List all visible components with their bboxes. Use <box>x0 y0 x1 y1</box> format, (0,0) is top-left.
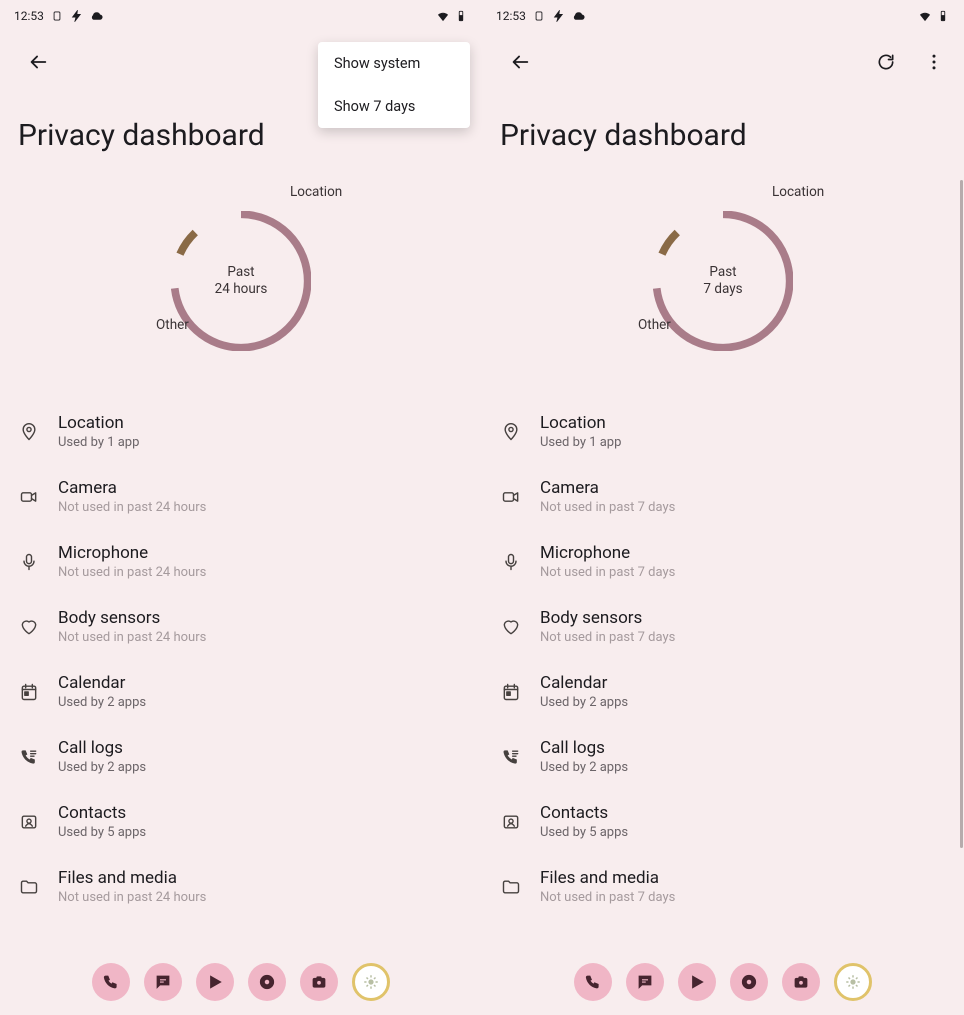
overflow-button[interactable] <box>914 42 954 82</box>
calendar-icon <box>18 681 40 703</box>
dock-phone[interactable] <box>574 963 612 1001</box>
page-title: Privacy dashboard <box>482 90 964 161</box>
call-log-icon <box>18 746 40 768</box>
cloud-icon <box>572 9 586 23</box>
refresh-button[interactable] <box>866 42 906 82</box>
overflow-menu: Show system Show 7 days <box>318 42 470 128</box>
camera-icon <box>18 486 40 508</box>
camera-icon <box>500 486 522 508</box>
donut-center-l2: 7 days <box>703 281 742 298</box>
donut-center-l2: 24 hours <box>215 281 268 298</box>
battery-icon <box>454 9 468 23</box>
perm-location[interactable]: LocationUsed by 1 app <box>500 399 946 464</box>
wifi-icon <box>918 9 932 23</box>
location-pin-icon <box>18 421 40 443</box>
microphone-icon <box>500 551 522 573</box>
calendar-icon <box>500 681 522 703</box>
dock-messages[interactable] <box>626 963 664 1001</box>
dock-phone[interactable] <box>92 963 130 1001</box>
back-button[interactable] <box>18 42 58 82</box>
heart-icon <box>18 616 40 638</box>
dock-play-store[interactable] <box>196 963 234 1001</box>
dock-settings[interactable] <box>834 963 872 1001</box>
perm-contacts[interactable]: ContactsUsed by 5 apps <box>500 789 946 854</box>
perm-calendar[interactable]: CalendarUsed by 2 apps <box>18 659 464 724</box>
perm-body-sensors[interactable]: Body sensorsNot used in past 24 hours <box>18 594 464 659</box>
perm-files[interactable]: Files and mediaNot used in past 24 hours <box>18 854 464 919</box>
folder-icon <box>500 876 522 898</box>
usage-donut-chart: Past 7 days Location Other <box>482 181 964 381</box>
donut-label-location: Location <box>290 184 342 200</box>
dock-chrome[interactable] <box>248 963 286 1001</box>
perm-contacts[interactable]: ContactsUsed by 5 apps <box>18 789 464 854</box>
wifi-icon <box>436 9 450 23</box>
dock <box>482 948 964 1015</box>
battery-icon <box>936 9 950 23</box>
dock-play-store[interactable] <box>678 963 716 1001</box>
perm-location[interactable]: LocationUsed by 1 app <box>18 399 464 464</box>
donut-label-location: Location <box>772 184 824 200</box>
perm-body-sensors[interactable]: Body sensorsNot used in past 7 days <box>500 594 946 659</box>
perm-files[interactable]: Files and mediaNot used in past 7 days <box>500 854 946 919</box>
donut-label-other: Other <box>638 317 671 333</box>
call-log-icon <box>500 746 522 768</box>
dock-camera[interactable] <box>300 963 338 1001</box>
debug-icon <box>50 9 64 23</box>
perm-microphone[interactable]: MicrophoneNot used in past 24 hours <box>18 529 464 594</box>
donut-center-l1: Past <box>709 264 736 281</box>
folder-icon <box>18 876 40 898</box>
scrollbar[interactable] <box>960 180 963 848</box>
dock-messages[interactable] <box>144 963 182 1001</box>
dock-settings[interactable] <box>352 963 390 1001</box>
perm-call-logs[interactable]: Call logsUsed by 2 apps <box>18 724 464 789</box>
menu-show-system[interactable]: Show system <box>318 42 470 85</box>
location-pin-icon <box>500 421 522 443</box>
status-bar: 12:53 <box>0 4 482 28</box>
perm-camera[interactable]: CameraNot used in past 24 hours <box>18 464 464 529</box>
app-bar <box>482 34 964 90</box>
perm-call-logs[interactable]: Call logsUsed by 2 apps <box>500 724 946 789</box>
debug-icon <box>532 9 546 23</box>
back-button[interactable] <box>500 42 540 82</box>
donut-center-l1: Past <box>227 264 254 281</box>
perm-microphone[interactable]: MicrophoneNot used in past 7 days <box>500 529 946 594</box>
menu-show-7-days[interactable]: Show 7 days <box>318 85 470 128</box>
perm-camera[interactable]: CameraNot used in past 7 days <box>500 464 946 529</box>
status-time: 12:53 <box>496 9 526 23</box>
cloud-icon <box>90 9 104 23</box>
status-bar: 12:53 <box>482 4 964 28</box>
contacts-icon <box>18 811 40 833</box>
bolt-icon <box>70 9 84 23</box>
bolt-icon <box>552 9 566 23</box>
dock-camera[interactable] <box>782 963 820 1001</box>
donut-label-other: Other <box>156 317 189 333</box>
usage-donut-chart: Past 24 hours Location Other <box>0 181 482 381</box>
status-time: 12:53 <box>14 9 44 23</box>
contacts-icon <box>500 811 522 833</box>
microphone-icon <box>18 551 40 573</box>
dock-chrome[interactable] <box>730 963 768 1001</box>
dock <box>0 948 482 1015</box>
perm-calendar[interactable]: CalendarUsed by 2 apps <box>500 659 946 724</box>
heart-icon <box>500 616 522 638</box>
